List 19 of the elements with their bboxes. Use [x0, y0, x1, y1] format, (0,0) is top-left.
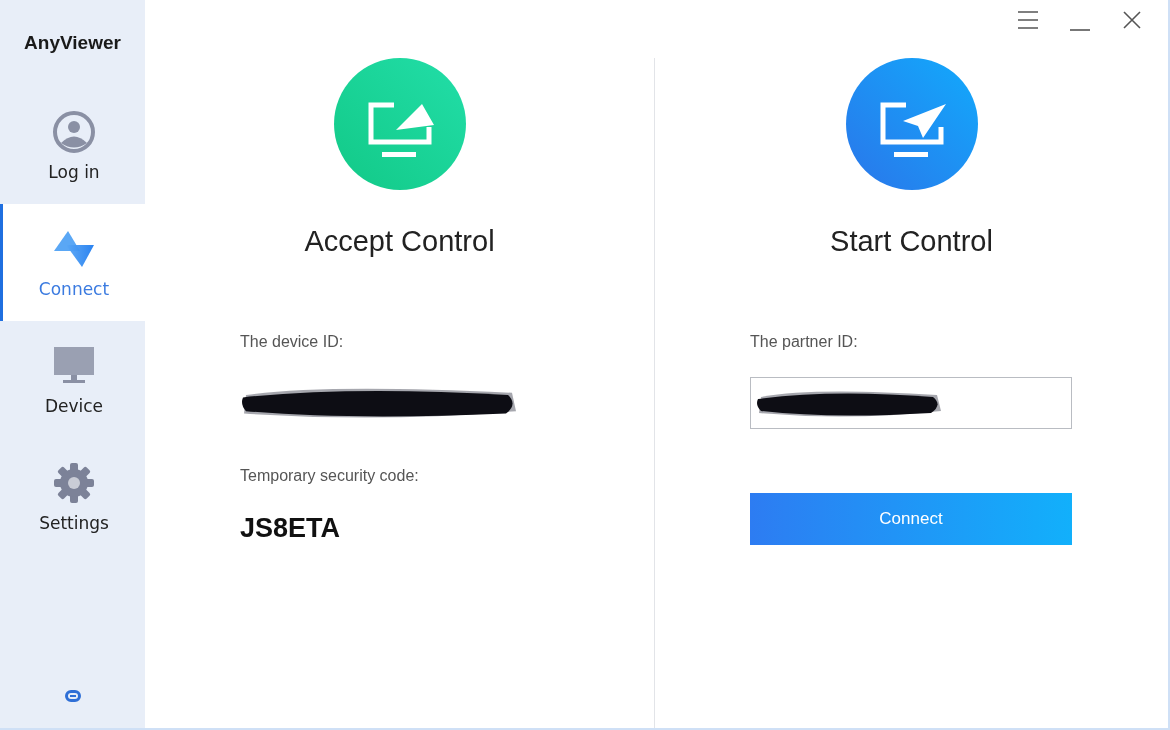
sidebar-item[interactable]: Connect	[0, 204, 145, 321]
sidebar-item[interactable]: Settings	[0, 438, 145, 555]
link-icon[interactable]	[64, 690, 81, 702]
field-label: The partner ID:	[750, 333, 859, 351]
menu-icon[interactable]	[1017, 9, 1039, 31]
settings-icon	[52, 460, 96, 505]
user-icon	[52, 109, 96, 154]
partner-id-field[interactable]	[750, 377, 1072, 429]
section-title: Start Control	[830, 225, 993, 258]
field-label: Temporary security code:	[240, 467, 420, 485]
app-name: AnyViewer	[24, 31, 121, 55]
security-code: JS8ETA	[240, 513, 342, 544]
sidebar-item[interactable]: Log in	[0, 87, 145, 204]
section-title: Accept Control	[304, 225, 495, 258]
close-icon[interactable]	[1121, 9, 1143, 31]
field-label: The device ID:	[240, 333, 345, 351]
paper-plane-screen-icon	[845, 58, 978, 190]
screen-share-icon	[333, 58, 466, 190]
sidebar-item[interactable]: Device	[0, 321, 145, 438]
